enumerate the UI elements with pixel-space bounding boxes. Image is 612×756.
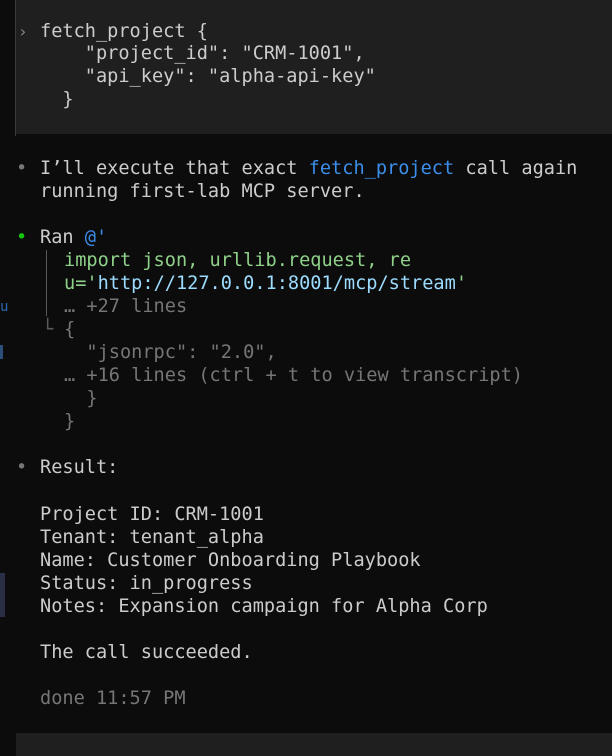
output-line: }	[64, 388, 98, 409]
collapsed-lines[interactable]: … +27 lines	[64, 295, 187, 318]
user-prompt-block: › fetch_project { "project_id": "CRM-100…	[16, 0, 612, 134]
result-field-status: Status: in_progress	[40, 573, 253, 594]
assistant-message: I’ll execute that exact fetch_project ca…	[40, 157, 577, 180]
result-bullet: •	[16, 457, 28, 478]
code-line: u='http://127.0.0.1:8001/mcp/stream'	[64, 272, 467, 295]
result-field-tenant: Tenant: tenant_alpha	[40, 527, 264, 548]
prompt-line: }	[40, 89, 74, 110]
code-fragment: u='	[64, 273, 98, 294]
collapsed-transcript[interactable]: … +16 lines (ctrl + t to view transcript…	[64, 364, 523, 387]
ran-label: Ran	[40, 227, 85, 248]
prompt-chevron-icon: ›	[18, 22, 28, 41]
tool-run-header: Ran @'	[40, 226, 107, 249]
result-conclusion: The call succeeded.	[40, 642, 253, 663]
gutter-glyph: u	[0, 299, 9, 315]
code-line: import json, urllib.request, re	[64, 250, 412, 271]
message-bullet: •	[16, 158, 28, 179]
output-corner-icon: └	[42, 319, 54, 340]
input-area[interactable]	[16, 733, 612, 756]
ran-command: @'	[84, 227, 108, 248]
gutter-marker	[0, 345, 3, 359]
code-url[interactable]: http://127.0.0.1:8001/mcp/stream	[98, 273, 456, 294]
result-field-notes: Notes: Expansion campaign for Alpha Corp	[40, 596, 488, 617]
tool-status-bullet: •	[16, 227, 28, 248]
prompt-line: "project_id": "CRM-1001",	[40, 43, 365, 64]
left-gutter: u	[0, 0, 9, 756]
message-text: call again	[454, 158, 578, 179]
prompt-line: "api_key": "alpha-api-key"	[40, 66, 376, 87]
tool-name-highlight: fetch_project	[308, 158, 455, 179]
code-block-bar	[46, 250, 47, 316]
gutter-marker	[0, 573, 5, 617]
assistant-message-line2: running first-lab MCP server.	[40, 181, 365, 202]
output-line: "jsonrpc": "2.0",	[64, 342, 277, 363]
result-field-project-id: Project ID: CRM-1001	[40, 504, 264, 525]
output-line: {	[64, 319, 76, 340]
code-fragment: '	[455, 273, 468, 294]
output-line: }	[64, 411, 76, 432]
done-timestamp: done 11:57 PM	[40, 688, 186, 709]
message-text: I’ll execute that exact	[40, 158, 309, 179]
result-field-name: Name: Customer Onboarding Playbook	[40, 550, 421, 571]
result-heading: Result:	[40, 457, 119, 478]
prompt-line: fetch_project {	[40, 21, 208, 42]
